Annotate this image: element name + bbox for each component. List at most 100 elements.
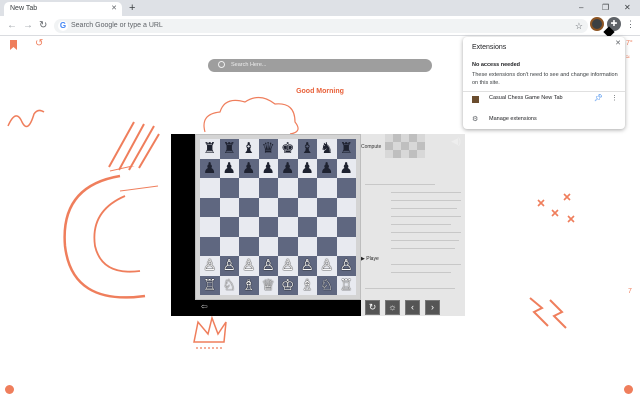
extension-menu-icon[interactable]: ⋮: [611, 94, 618, 102]
tab-close-icon[interactable]: ✕: [111, 2, 117, 16]
chess-piece[interactable]: ♙: [301, 258, 314, 273]
chess-piece[interactable]: ♜: [223, 141, 236, 156]
board-square[interactable]: [278, 217, 298, 237]
board-square[interactable]: ♕: [258, 275, 278, 295]
board-square[interactable]: [219, 178, 239, 198]
board-square[interactable]: [219, 217, 239, 237]
forward-icon[interactable]: →: [23, 19, 33, 33]
page-search-input[interactable]: Search Here...: [208, 59, 432, 72]
settings-icon[interactable]: [5, 385, 14, 394]
chess-piece[interactable]: ♘: [223, 277, 236, 293]
manage-extensions-link[interactable]: Manage extensions: [489, 116, 537, 122]
board-square[interactable]: [317, 217, 337, 237]
board-square[interactable]: ♙: [200, 256, 220, 276]
board-square[interactable]: [219, 236, 239, 256]
board-square[interactable]: ♖: [200, 275, 220, 295]
restart-button[interactable]: ↻: [365, 300, 380, 315]
board-square[interactable]: ♜: [200, 139, 220, 159]
chess-piece[interactable]: ♗: [301, 277, 314, 293]
board-square[interactable]: ♘: [317, 275, 337, 295]
board-square[interactable]: [200, 236, 220, 256]
board-square[interactable]: ♟: [317, 158, 337, 178]
history-icon[interactable]: ↺: [35, 38, 43, 49]
board-square[interactable]: ♔: [278, 275, 298, 295]
board-square[interactable]: ♙: [239, 256, 259, 276]
board-square[interactable]: ♜: [219, 139, 239, 159]
chess-piece[interactable]: ♜: [203, 141, 216, 156]
chess-piece[interactable]: ♟: [320, 160, 333, 176]
board-square[interactable]: [297, 197, 317, 217]
omnibox[interactable]: G Search Google or type a URL ☆: [54, 19, 588, 33]
chess-piece[interactable]: ♝: [301, 141, 314, 156]
board-square[interactable]: ♟: [200, 158, 220, 178]
popup-close-icon[interactable]: ✕: [615, 39, 621, 47]
chess-piece[interactable]: ♟: [203, 160, 216, 176]
new-tab-button[interactable]: +: [129, 1, 135, 15]
board-square[interactable]: [239, 236, 259, 256]
board-square[interactable]: [336, 217, 356, 237]
board-square[interactable]: [239, 178, 259, 198]
board-square[interactable]: [258, 217, 278, 237]
chess-piece[interactable]: ♕: [262, 277, 275, 293]
chess-piece[interactable]: ♙: [223, 258, 236, 273]
board-square[interactable]: ♙: [219, 256, 239, 276]
board-square[interactable]: [239, 217, 259, 237]
minimize-button[interactable]: –: [579, 1, 583, 14]
board-square[interactable]: ♗: [297, 275, 317, 295]
board-square[interactable]: ♙: [317, 256, 337, 276]
board-square[interactable]: [297, 236, 317, 256]
chess-piece[interactable]: ♟: [301, 160, 314, 176]
board-square[interactable]: ♘: [219, 275, 239, 295]
board-square[interactable]: ♖: [336, 275, 356, 295]
chess-extension-icon[interactable]: [590, 17, 604, 31]
board-square[interactable]: [317, 197, 337, 217]
board-square[interactable]: ♞: [317, 139, 337, 159]
chess-piece[interactable]: ♙: [203, 258, 216, 273]
board-square[interactable]: ♟: [219, 158, 239, 178]
board-square[interactable]: ♛: [258, 139, 278, 159]
undo-button[interactable]: ‹: [405, 300, 420, 315]
board-square[interactable]: ♚: [278, 139, 298, 159]
chess-piece[interactable]: ♖: [203, 277, 216, 293]
chess-piece[interactable]: ♚: [281, 141, 294, 156]
chess-piece[interactable]: ♝: [242, 141, 255, 156]
bookmark-star-icon[interactable]: ☆: [575, 19, 583, 33]
chess-piece[interactable]: ♗: [242, 277, 255, 293]
board-square[interactable]: [258, 178, 278, 198]
tab-new-tab[interactable]: New Tab ✕: [4, 2, 122, 16]
chess-piece[interactable]: ♛: [262, 141, 275, 156]
board-square[interactable]: [278, 178, 298, 198]
board-square[interactable]: [200, 178, 220, 198]
chess-piece[interactable]: ♖: [340, 277, 353, 293]
board-square[interactable]: ♙: [278, 256, 298, 276]
board-square[interactable]: ♟: [336, 158, 356, 178]
board-square[interactable]: ♜: [336, 139, 356, 159]
board-square[interactable]: [336, 178, 356, 198]
board-square[interactable]: [278, 236, 298, 256]
board-square[interactable]: [258, 197, 278, 217]
board-square[interactable]: [317, 178, 337, 198]
chess-piece[interactable]: ♙: [242, 258, 255, 273]
maximize-button[interactable]: ❐: [602, 1, 609, 14]
chess-piece[interactable]: ♙: [340, 258, 353, 273]
chess-piece[interactable]: ♟: [281, 160, 294, 176]
chess-piece[interactable]: ♘: [320, 277, 333, 293]
board-square[interactable]: ♗: [239, 275, 259, 295]
board-square[interactable]: ♟: [258, 158, 278, 178]
board-square[interactable]: [219, 197, 239, 217]
chess-piece[interactable]: ♙: [262, 258, 275, 273]
board-square[interactable]: [336, 197, 356, 217]
chess-piece[interactable]: ♟: [340, 160, 353, 176]
chess-piece[interactable]: ♟: [242, 160, 255, 176]
board-square[interactable]: [297, 178, 317, 198]
bookmark-icon[interactable]: [10, 40, 17, 50]
chess-piece[interactable]: ♜: [340, 141, 353, 156]
board-square[interactable]: [336, 236, 356, 256]
info-icon[interactable]: [624, 385, 633, 394]
close-window-button[interactable]: ✕: [624, 1, 631, 14]
exit-icon[interactable]: ⇦: [201, 302, 208, 311]
sound-icon[interactable]: ◀): [451, 136, 461, 147]
board-square[interactable]: ♙: [297, 256, 317, 276]
board-square[interactable]: [200, 197, 220, 217]
board-square[interactable]: [297, 217, 317, 237]
